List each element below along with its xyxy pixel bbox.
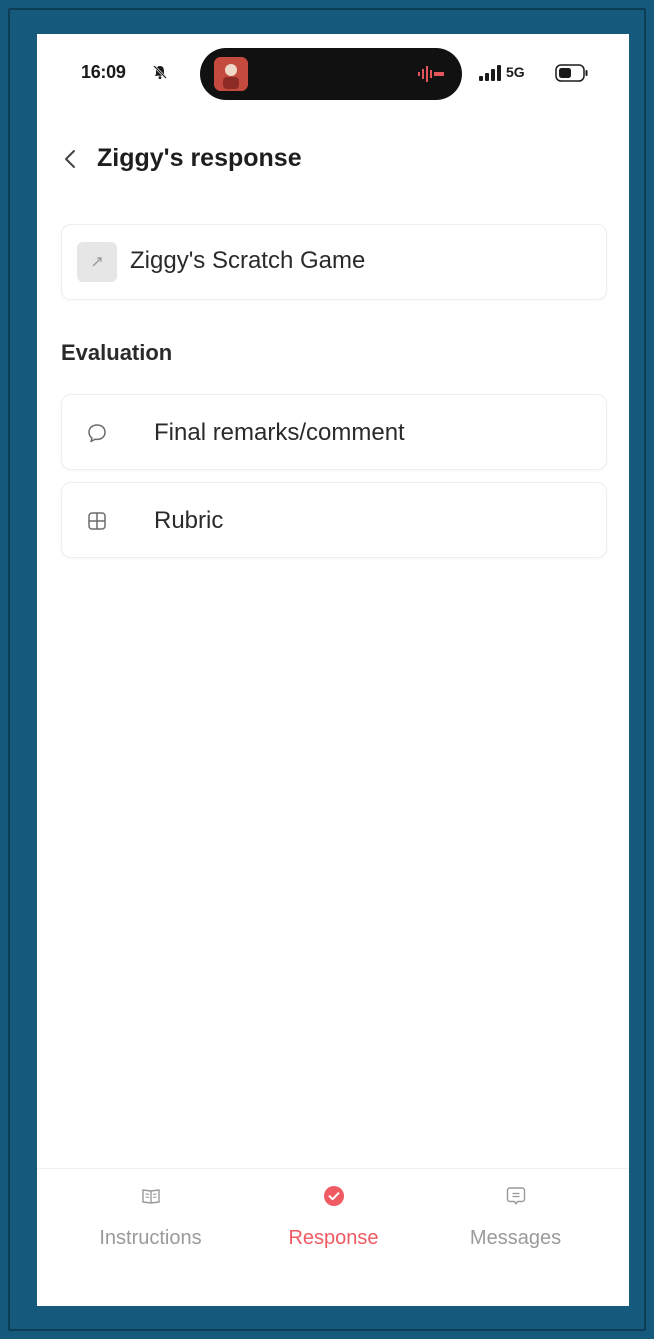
tab-messages[interactable]: Messages bbox=[417, 1169, 614, 1279]
tab-response-label: Response bbox=[288, 1227, 379, 1249]
page-header: Ziggy's response bbox=[37, 134, 629, 184]
audio-waveform-icon bbox=[418, 66, 444, 82]
tab-response[interactable]: Response bbox=[235, 1169, 432, 1279]
dynamic-island[interactable] bbox=[200, 48, 462, 100]
page-title: Ziggy's response bbox=[97, 144, 302, 172]
rubric-label: Rubric bbox=[154, 507, 224, 534]
phone-screen: 16:09 5G Ziggy's response Ziggy's Scratc… bbox=[37, 34, 629, 1306]
message-icon bbox=[506, 1187, 526, 1205]
attachment-title: Ziggy's Scratch Game bbox=[130, 247, 366, 274]
attachment-card[interactable]: Ziggy's Scratch Game bbox=[61, 224, 607, 300]
evaluation-heading: Evaluation bbox=[61, 340, 173, 365]
grid-icon bbox=[88, 512, 106, 530]
rubric-item[interactable]: Rubric bbox=[61, 482, 607, 558]
silent-bell-icon bbox=[153, 65, 167, 79]
now-playing-artwork bbox=[214, 57, 248, 91]
speech-bubble-icon bbox=[88, 424, 106, 443]
check-circle-icon bbox=[324, 1186, 344, 1206]
book-icon bbox=[142, 1189, 160, 1204]
attachment-thumbnail bbox=[77, 242, 117, 282]
network-type: 5G bbox=[506, 64, 525, 80]
battery-icon bbox=[555, 64, 588, 82]
status-bar: 16:09 5G bbox=[37, 34, 629, 124]
tab-instructions[interactable]: Instructions bbox=[52, 1169, 249, 1279]
bottom-tab-bar: Instructions Response Messages bbox=[37, 1168, 629, 1306]
tab-messages-label: Messages bbox=[469, 1227, 562, 1249]
final-remarks-item[interactable]: Final remarks/comment bbox=[61, 394, 607, 470]
cellular-signal-icon bbox=[479, 65, 501, 81]
back-chevron-icon[interactable] bbox=[63, 148, 77, 170]
broken-image-icon bbox=[92, 257, 102, 267]
tab-instructions-label: Instructions bbox=[99, 1227, 202, 1249]
final-remarks-label: Final remarks/comment bbox=[154, 419, 405, 446]
status-time: 16:09 bbox=[81, 62, 126, 82]
